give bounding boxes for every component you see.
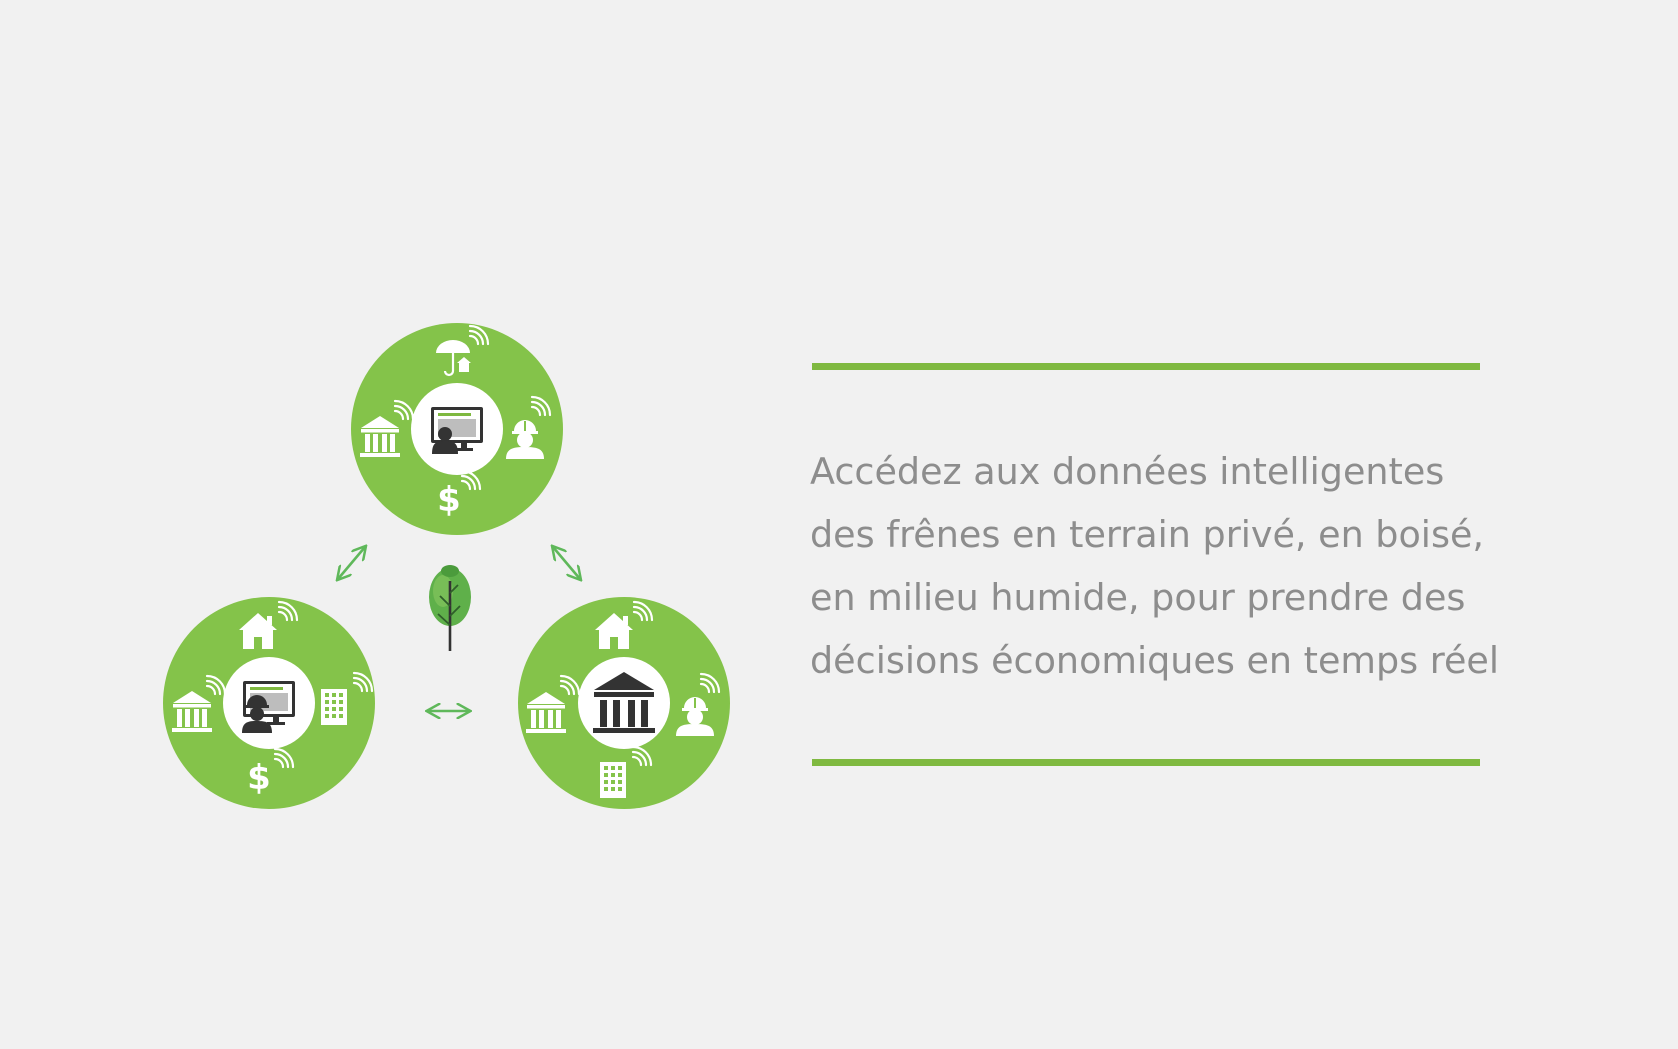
diagonal-double-arrow-icon — [338, 547, 365, 579]
dollar-icon — [247, 758, 271, 798]
bottom-divider — [812, 759, 1480, 766]
diagonal-double-arrow-icon — [553, 547, 580, 579]
top-divider — [812, 363, 1480, 370]
right-node — [518, 597, 730, 809]
left-node — [163, 597, 375, 809]
tagline-line: Accédez aux données intelligentes — [810, 450, 1445, 493]
tagline-line: décisions économiques en temps réel — [810, 639, 1500, 682]
tagline-line: en milieu humide, pour prendre des — [810, 576, 1466, 619]
dollar-icon — [437, 480, 461, 520]
network-diagram: $ — [163, 323, 730, 809]
office-building-icon — [600, 762, 626, 798]
top-node — [351, 323, 563, 535]
tagline: Accédez aux données intelligentes des fr… — [810, 440, 1530, 692]
tree-icon — [429, 565, 471, 651]
tagline-line: des frênes en terrain privé, en boisé, — [810, 513, 1485, 556]
office-building-icon — [321, 689, 347, 725]
